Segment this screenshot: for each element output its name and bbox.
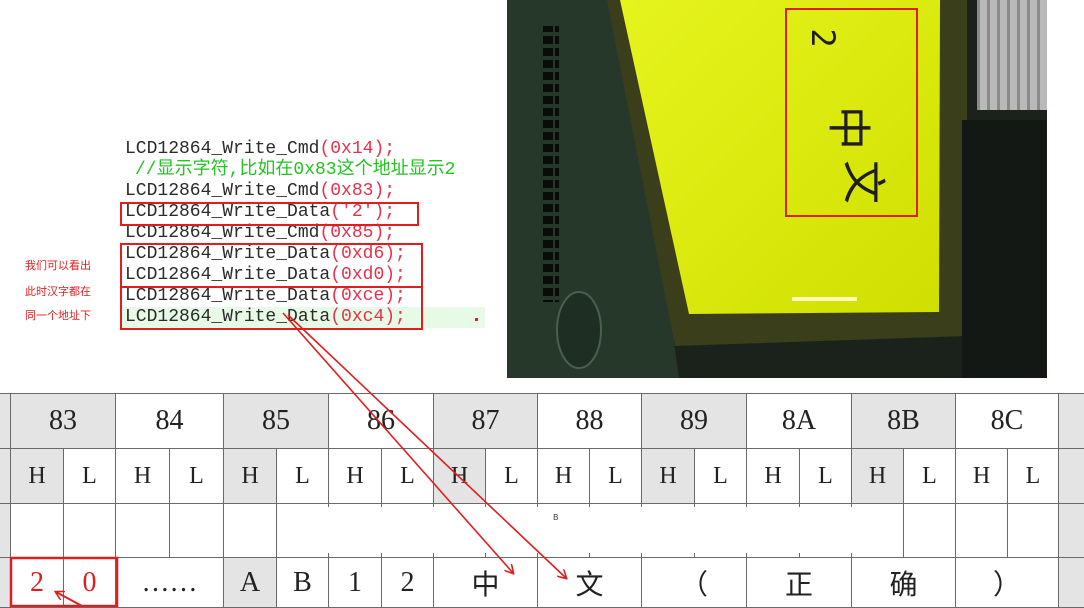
half-label-low: L bbox=[903, 448, 956, 504]
address-header-88: 88 bbox=[537, 393, 642, 449]
lcd-photo-drawing: 2 中 文 bbox=[507, 0, 1047, 378]
empty-cell bbox=[63, 503, 116, 558]
comment-text: //显示字符,比如在0x83这个地址显示2 bbox=[135, 160, 456, 180]
content-cell-high: 1 bbox=[328, 557, 382, 608]
red-dot bbox=[475, 318, 478, 321]
backlight-glow bbox=[792, 297, 857, 301]
half-label-high: H bbox=[746, 448, 800, 504]
content-cell: （ bbox=[641, 557, 747, 608]
content-cell: ） bbox=[955, 557, 1059, 608]
address-header-83: 83 bbox=[10, 393, 116, 449]
address-header-8B: 8B bbox=[851, 393, 956, 449]
highlight-box-char-zhong bbox=[120, 243, 423, 288]
half-label-high: H bbox=[955, 448, 1008, 504]
function-args: (0x85); bbox=[319, 223, 396, 243]
content-cell-high: 2 bbox=[10, 557, 64, 608]
half-label-low: L bbox=[63, 448, 116, 504]
annotation-line: 我们可以看出 bbox=[25, 259, 91, 272]
address-header-8C: 8C bbox=[955, 393, 1059, 449]
cursor-mark: B bbox=[553, 513, 559, 522]
half-label-low: L bbox=[381, 448, 434, 504]
empty-cell bbox=[115, 503, 170, 558]
content-cell-high: A bbox=[223, 557, 277, 608]
board-logo bbox=[556, 291, 602, 369]
table-edge-cell bbox=[1058, 557, 1084, 608]
annotation-line: 此时汉字都在 bbox=[25, 285, 91, 298]
lcd-char-digit: 2 bbox=[804, 28, 842, 47]
row-mask bbox=[280, 507, 860, 553]
empty-cell bbox=[169, 503, 224, 558]
content-cell: 中 bbox=[433, 557, 538, 608]
half-label-high: H bbox=[641, 448, 695, 504]
half-label-low: L bbox=[799, 448, 852, 504]
half-label-low: L bbox=[1007, 448, 1059, 504]
function-name: LCD12864_Write_Cmd bbox=[125, 223, 320, 243]
address-header-85: 85 bbox=[223, 393, 329, 449]
half-label-high: H bbox=[328, 448, 382, 504]
table-edge-cell bbox=[1058, 393, 1084, 449]
address-header-89: 89 bbox=[641, 393, 747, 449]
empty-cell bbox=[10, 503, 64, 558]
half-label-low: L bbox=[589, 448, 642, 504]
address-header-87: 87 bbox=[433, 393, 538, 449]
half-label-low: L bbox=[169, 448, 224, 504]
address-header-8A: 8A bbox=[746, 393, 852, 449]
half-label-low: L bbox=[276, 448, 329, 504]
content-cell-low: 0 bbox=[63, 557, 116, 608]
half-label-high: H bbox=[537, 448, 590, 504]
function-args: (0x83); bbox=[319, 181, 396, 201]
half-label-high: H bbox=[851, 448, 904, 504]
empty-cell bbox=[955, 503, 1008, 558]
lcd-char-wen: 文 bbox=[838, 160, 889, 204]
function-name: LCD12864_Write_Cmd bbox=[125, 139, 320, 159]
function-args: (0x14); bbox=[319, 139, 396, 159]
lcd-char-zhong: 中 bbox=[823, 106, 874, 150]
function-name: LCD12864_Write_Cmd bbox=[125, 181, 320, 201]
code-line: LCD12864_Write_Cmd(0x14); bbox=[125, 139, 395, 160]
half-label-high: H bbox=[115, 448, 170, 504]
highlight-box-digit bbox=[120, 202, 419, 226]
content-cell: 确 bbox=[851, 557, 956, 608]
lcd-photo: 2 中 文 bbox=[507, 0, 1047, 378]
code-line: LCD12864_Write_Cmd(0x85); bbox=[125, 223, 395, 244]
address-header-86: 86 bbox=[328, 393, 434, 449]
board-edge bbox=[962, 120, 1047, 378]
half-label-low: L bbox=[694, 448, 747, 504]
empty-cell bbox=[903, 503, 956, 558]
code-line: LCD12864_Write_Cmd(0x83); bbox=[125, 181, 395, 202]
half-label-high: H bbox=[10, 448, 64, 504]
annotation-line: 同一个地址下 bbox=[25, 309, 91, 322]
table-edge-cell bbox=[1058, 503, 1084, 558]
content-cell: …… bbox=[115, 557, 224, 608]
half-label-high: H bbox=[223, 448, 277, 504]
content-cell: 文 bbox=[537, 557, 642, 608]
empty-cell bbox=[1007, 503, 1059, 558]
code-comment: //显示字符,比如在0x83这个地址显示2 bbox=[135, 160, 455, 181]
empty-cell bbox=[223, 503, 277, 558]
half-label-low: L bbox=[485, 448, 538, 504]
content-cell-low: 2 bbox=[381, 557, 434, 608]
content-cell: 正 bbox=[746, 557, 852, 608]
content-cell-low: B bbox=[276, 557, 329, 608]
highlight-box-char-wen bbox=[120, 286, 423, 330]
connector-pins bbox=[543, 26, 559, 302]
address-header-84: 84 bbox=[115, 393, 224, 449]
ribbon-cable bbox=[977, 0, 1047, 110]
half-label-high: H bbox=[433, 448, 486, 504]
table-edge-cell bbox=[1058, 448, 1084, 504]
